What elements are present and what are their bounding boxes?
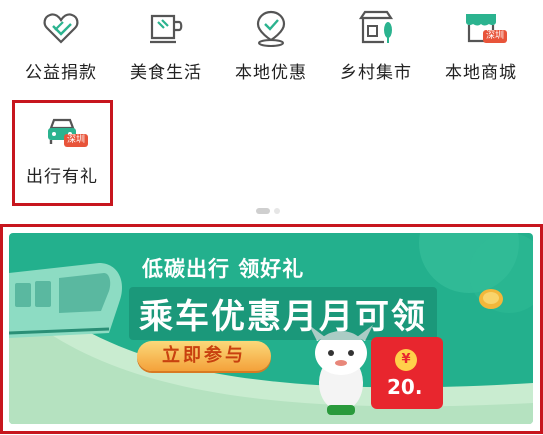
page-indicator [256, 200, 284, 219]
service-local-mall[interactable]: 深圳 本地商城 [431, 0, 531, 95]
join-now-button[interactable]: 立即参与 [137, 341, 271, 371]
charity-hands-icon [43, 13, 79, 44]
coin-illustration [479, 289, 503, 309]
service-label: 美食生活 [130, 63, 202, 83]
banner-subtitle: 低碳出行 领好礼 [142, 257, 305, 281]
promo-banner[interactable]: 低碳出行 领好礼 乘车优惠月月可领 立即参与 ¥ 20. [9, 233, 533, 424]
selected-service-highlight [12, 100, 113, 206]
service-label: 本地商城 [445, 63, 517, 83]
page-dot[interactable] [274, 207, 280, 214]
banner-title: 乘车优惠月月可领 [129, 287, 437, 340]
service-charity[interactable]: 公益捐款 [11, 0, 111, 95]
shop-icon-wrapper: 深圳 [461, 8, 507, 48]
service-local-deals[interactable]: 本地优惠 [221, 0, 321, 95]
red-envelope-coupon: ¥ 20. [371, 337, 443, 409]
page-dot-active[interactable] [256, 207, 270, 214]
service-label: 乡村集市 [340, 63, 412, 83]
location-pin-icon [256, 10, 286, 47]
service-label: 公益捐款 [25, 63, 97, 83]
coupon-amount: 20. [387, 375, 423, 399]
coffee-cup-icon [150, 14, 183, 44]
train-illustration [9, 263, 123, 338]
market-stall-icon [358, 10, 394, 44]
services-row-1: 公益捐款 美食生活 本地优惠 乡村集市 深圳 本地商城 [0, 0, 543, 95]
yuan-icon: ¥ [395, 349, 417, 371]
city-badge: 深圳 [482, 30, 507, 43]
service-label: 本地优惠 [235, 63, 307, 83]
service-food-life[interactable]: 美食生活 [116, 0, 216, 95]
service-village-market[interactable]: 乡村集市 [326, 0, 426, 95]
